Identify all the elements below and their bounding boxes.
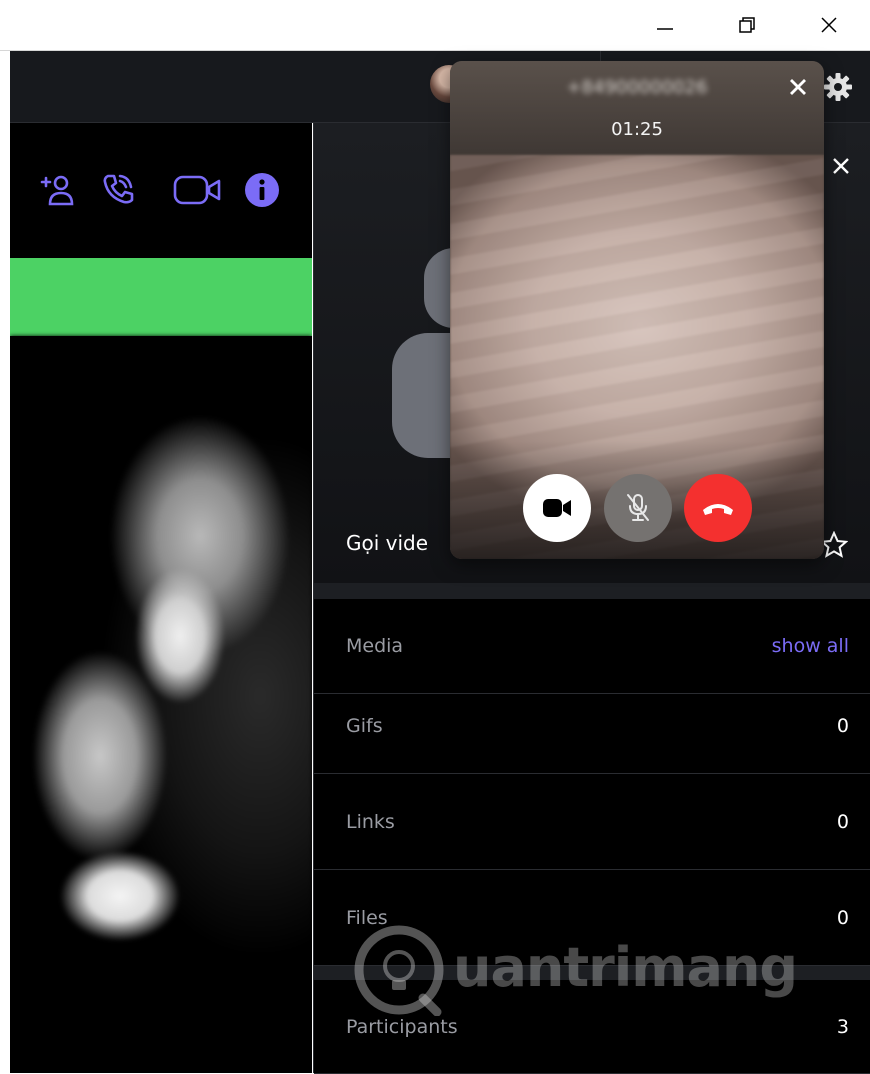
- camera-icon: [543, 499, 571, 517]
- files-count: 0: [836, 906, 849, 929]
- video-call-window[interactable]: +84900000026 01:25: [450, 61, 824, 559]
- gear-icon[interactable]: [822, 71, 854, 103]
- add-participant-icon: [40, 175, 74, 206]
- files-label: Files: [346, 906, 388, 929]
- chat-photo[interactable]: [10, 336, 312, 1073]
- minimize-icon: [657, 28, 673, 30]
- video-call-button[interactable]: [172, 170, 224, 210]
- links-count: 0: [836, 810, 849, 833]
- gifs-count: 0: [836, 714, 849, 737]
- message-bubble[interactable]: [10, 258, 312, 336]
- media-label: Media: [346, 635, 404, 657]
- restore-button[interactable]: [718, 0, 776, 50]
- hang-up-icon: [703, 504, 733, 515]
- participants-count: 3: [836, 1015, 849, 1038]
- voice-call-icon: [103, 174, 134, 204]
- show-all-link[interactable]: show all: [772, 635, 849, 657]
- links-label: Links: [346, 810, 395, 833]
- info-icon: [245, 173, 279, 207]
- section-divider: [314, 966, 870, 980]
- star-icon[interactable]: [820, 531, 848, 559]
- section-divider: [314, 583, 870, 599]
- participants-row[interactable]: Participants 3: [314, 980, 870, 1074]
- info-button[interactable]: [242, 170, 282, 210]
- links-row[interactable]: Links 0: [314, 774, 870, 870]
- mute-button[interactable]: [604, 474, 672, 542]
- minimize-button[interactable]: [636, 0, 694, 50]
- close-call-icon[interactable]: [786, 75, 810, 99]
- window-titlebar: [0, 0, 870, 51]
- chat-column: [10, 123, 312, 1073]
- gifs-label: Gifs: [346, 714, 383, 737]
- group-name: Gọi vide: [346, 531, 429, 555]
- toggle-video-button[interactable]: [523, 474, 591, 542]
- files-row[interactable]: Files 0: [314, 870, 870, 966]
- gifs-row[interactable]: Gifs 0: [314, 678, 870, 774]
- app-window: Gọi vide Media show all Gifs 0 Links 0 F…: [0, 0, 870, 1074]
- video-call-icon: [173, 175, 221, 205]
- microphone-muted-icon: [627, 494, 649, 521]
- close-window-button[interactable]: [800, 0, 858, 50]
- voice-call-button[interactable]: [98, 170, 138, 210]
- add-participant-button[interactable]: [38, 170, 78, 210]
- call-timer: 01:25: [611, 119, 663, 140]
- caller-name: +84900000026: [566, 77, 708, 98]
- call-header: +84900000026 01:25: [450, 61, 824, 155]
- restore-icon: [739, 17, 755, 33]
- participants-label: Participants: [346, 1015, 458, 1038]
- end-call-button[interactable]: [684, 474, 752, 542]
- close-icon: [821, 17, 837, 33]
- close-panel-icon[interactable]: [830, 155, 852, 177]
- chat-action-bar: [10, 123, 312, 258]
